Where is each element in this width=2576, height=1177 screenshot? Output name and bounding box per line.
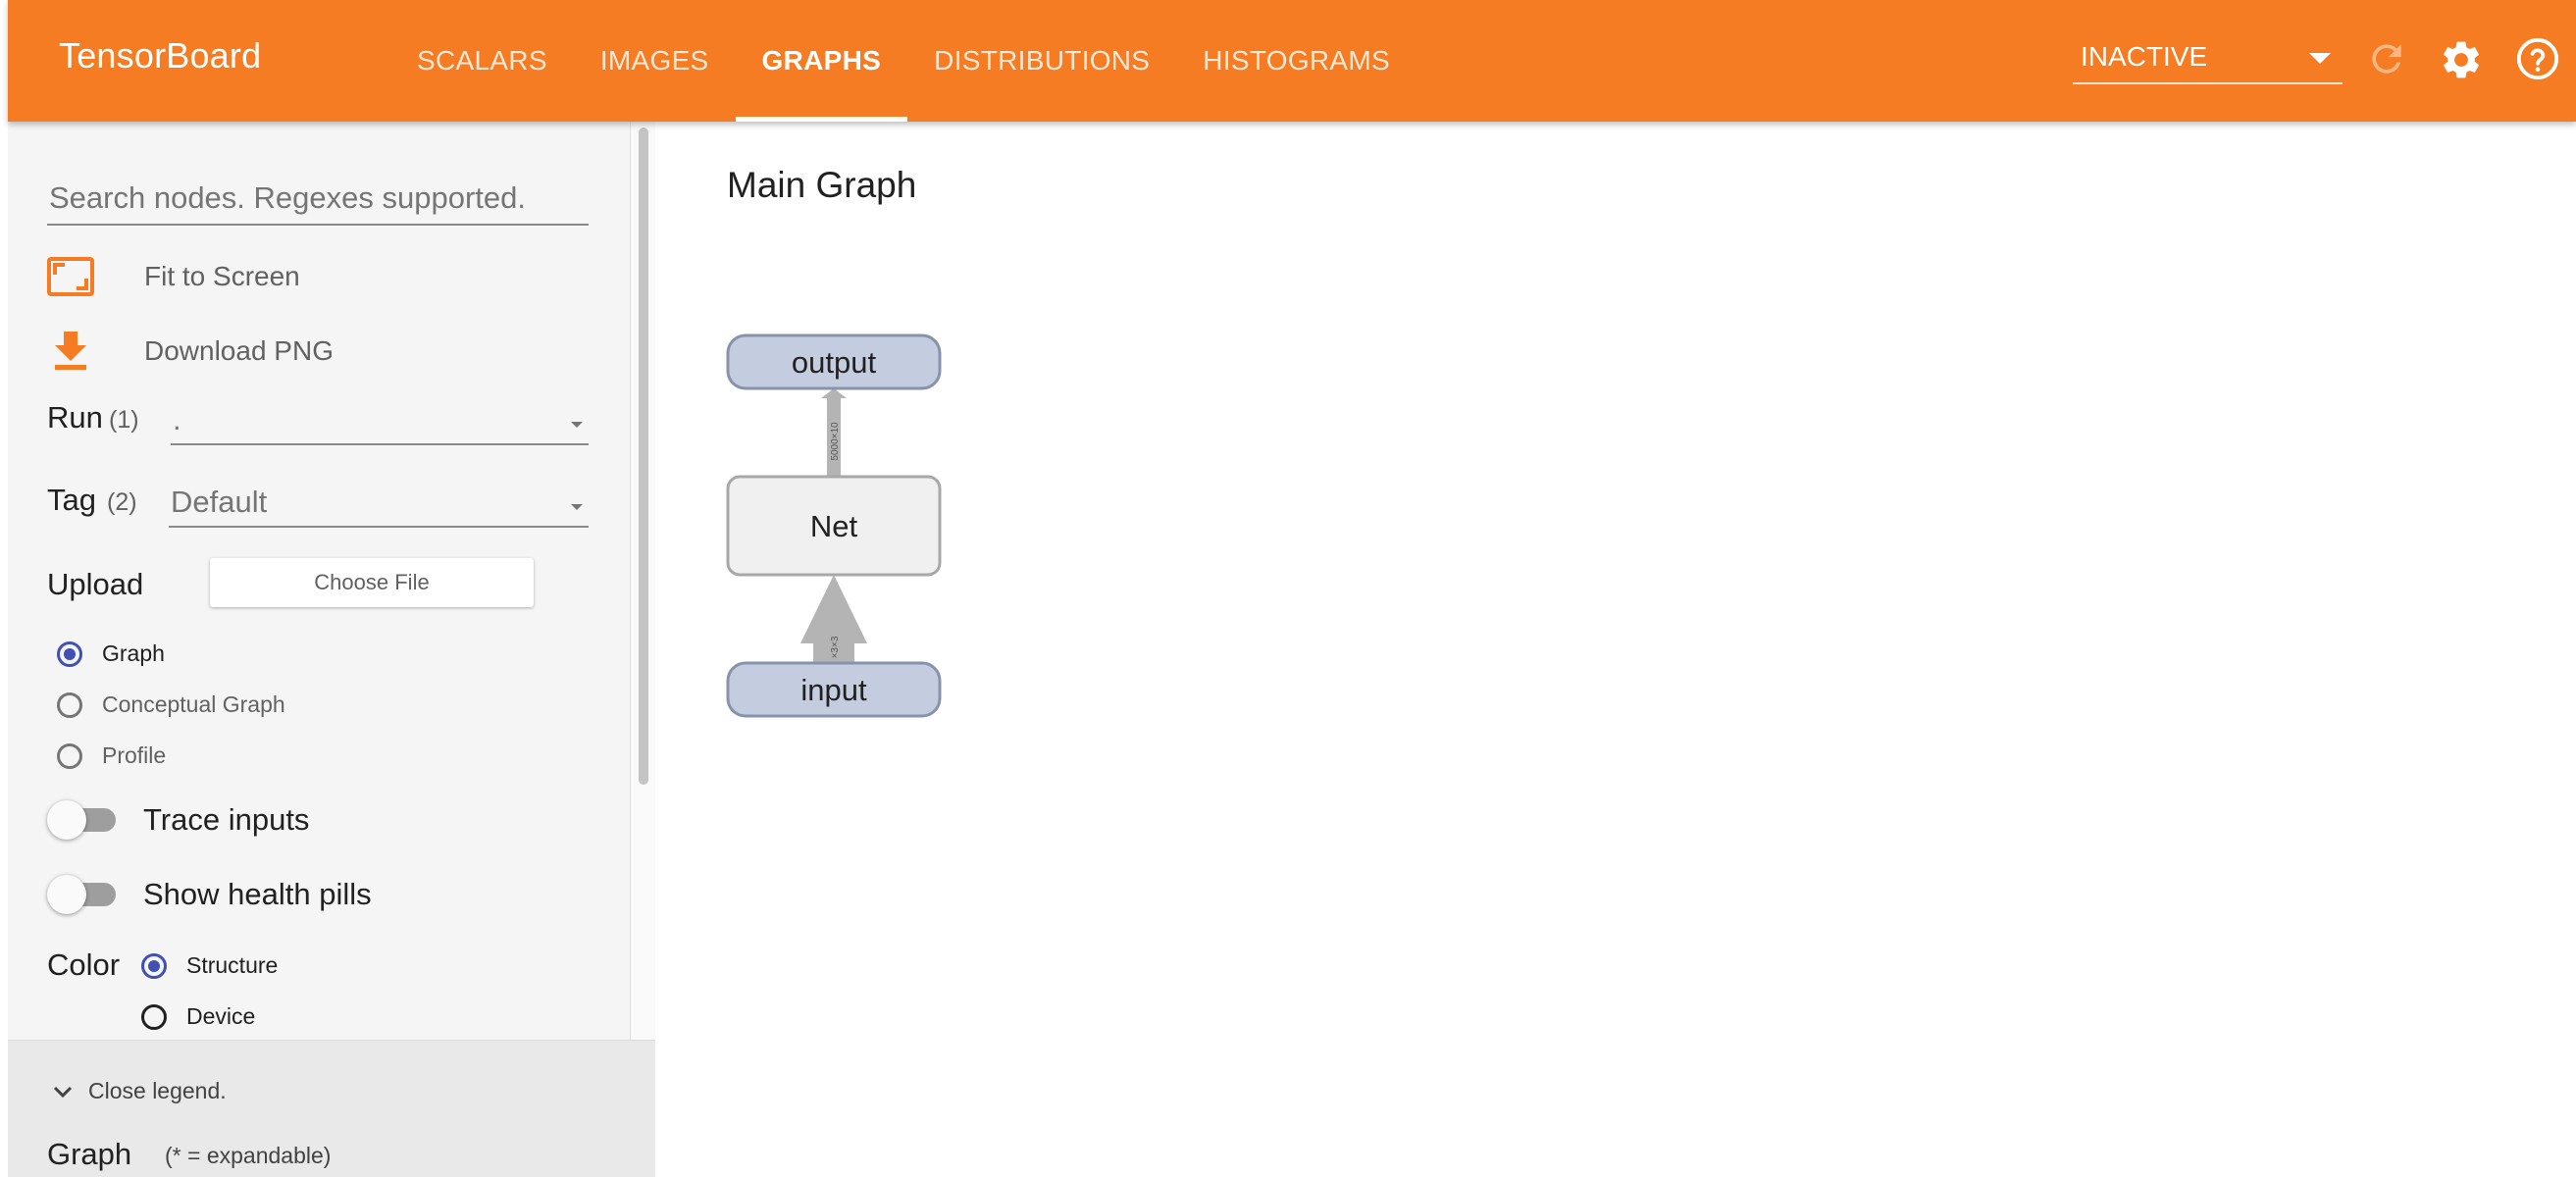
graph-type-profile-label: Profile <box>102 742 167 768</box>
graph-type-conceptual-label: Conceptual Graph <box>102 691 285 717</box>
download-icon <box>55 332 86 370</box>
color-label: Color <box>47 947 121 982</box>
sidebar-scrollbar[interactable] <box>630 122 655 1040</box>
fit-to-screen-button[interactable]: Fit to Screen <box>47 257 300 296</box>
edge-net-to-output: 5000×10 <box>821 388 847 479</box>
tag-label: Tag <box>47 483 96 517</box>
tab-histograms[interactable]: HISTOGRAMS <box>1176 0 1417 122</box>
run-label: Run <box>47 400 103 435</box>
refresh-icon[interactable] <box>2365 37 2408 80</box>
tag-count: (2) <box>107 488 137 516</box>
choose-file-button[interactable]: Choose File <box>210 558 534 607</box>
page-title: Main Graph <box>727 165 917 205</box>
trace-inputs-toggle[interactable]: Trace inputs <box>47 800 309 840</box>
color-structure[interactable]: Structure <box>141 952 278 979</box>
chevron-down-icon <box>571 504 583 510</box>
graph-node-net[interactable]: Net <box>726 475 942 577</box>
graph-node-input[interactable]: input <box>726 661 942 718</box>
color-device-label: Device <box>186 1003 256 1029</box>
chevron-down-icon <box>2309 53 2331 64</box>
tab-graphs[interactable]: GRAPHS <box>735 0 908 122</box>
graph-type-conceptual[interactable]: Conceptual Graph <box>57 691 285 718</box>
radio-unchecked-icon <box>57 742 82 769</box>
download-png-button[interactable]: Download PNG <box>47 330 334 373</box>
run-dropdown-value: . <box>173 402 181 436</box>
tag-dropdown[interactable]: Default <box>169 481 589 528</box>
top-app-bar: TensorBoard SCALARS IMAGES GRAPHS DISTRI… <box>8 0 2576 122</box>
chevron-down-icon <box>53 1086 73 1098</box>
fit-to-screen-icon <box>47 257 94 296</box>
graph-controls-sidebar: Fit to Screen Download PNG Run (1) . Tag… <box>8 122 655 1177</box>
radio-unchecked-icon <box>141 1003 167 1030</box>
run-count: (1) <box>109 406 139 434</box>
graph-type-graph-label: Graph <box>102 640 165 666</box>
graph-node-label: input <box>800 673 867 707</box>
legend-title: Graph <box>47 1137 132 1171</box>
close-legend-label: Close legend. <box>88 1078 227 1103</box>
graph-canvas[interactable]: 5000×10 ×3×3 output Net input <box>716 324 952 736</box>
radio-checked-icon <box>141 952 167 979</box>
tag-dropdown-value: Default <box>171 485 268 519</box>
edge-shape-label: ×3×3 <box>830 636 841 658</box>
search-nodes-input[interactable] <box>47 173 589 226</box>
run-dropdown[interactable]: . <box>171 398 589 445</box>
graph-type-profile[interactable]: Profile <box>57 742 166 769</box>
radio-checked-icon <box>57 640 82 667</box>
legend-panel: Close legend. Graph (* = expandable) <box>8 1040 655 1177</box>
toggle-switch <box>47 800 118 840</box>
edge-shape-label: 5000×10 <box>830 422 841 461</box>
graph-node-label: Net <box>810 509 858 543</box>
download-png-label: Download PNG <box>144 335 334 366</box>
status-dropdown-value: INACTIVE <box>2081 41 2208 72</box>
app-title: TensorBoard <box>59 35 262 76</box>
help-icon[interactable] <box>2515 36 2560 81</box>
graph-node-label: output <box>792 345 877 380</box>
tab-scalars[interactable]: SCALARS <box>390 0 574 122</box>
close-legend-button[interactable]: Close legend. <box>53 1078 227 1104</box>
dashboard-tabs: SCALARS IMAGES GRAPHS DISTRIBUTIONS HIST… <box>390 0 1417 122</box>
gear-icon[interactable] <box>2439 37 2484 82</box>
graph-node-output[interactable]: output <box>726 333 942 390</box>
scrollbar-thumb[interactable] <box>639 128 648 785</box>
radio-unchecked-icon <box>57 691 82 718</box>
fit-to-screen-label: Fit to Screen <box>144 261 300 291</box>
chevron-down-icon <box>571 422 583 428</box>
color-structure-label: Structure <box>186 952 279 978</box>
health-pills-label: Show health pills <box>143 877 372 911</box>
upload-label: Upload <box>47 567 144 601</box>
health-pills-toggle[interactable]: Show health pills <box>47 875 372 914</box>
trace-inputs-label: Trace inputs <box>143 802 310 837</box>
status-dropdown[interactable]: INACTIVE <box>2073 35 2343 84</box>
tab-distributions[interactable]: DISTRIBUTIONS <box>907 0 1176 122</box>
toggle-switch <box>47 875 118 914</box>
tab-images[interactable]: IMAGES <box>574 0 736 122</box>
legend-note: (* = expandable) <box>165 1143 332 1168</box>
graph-type-graph[interactable]: Graph <box>57 640 165 667</box>
color-device[interactable]: Device <box>141 1003 255 1030</box>
